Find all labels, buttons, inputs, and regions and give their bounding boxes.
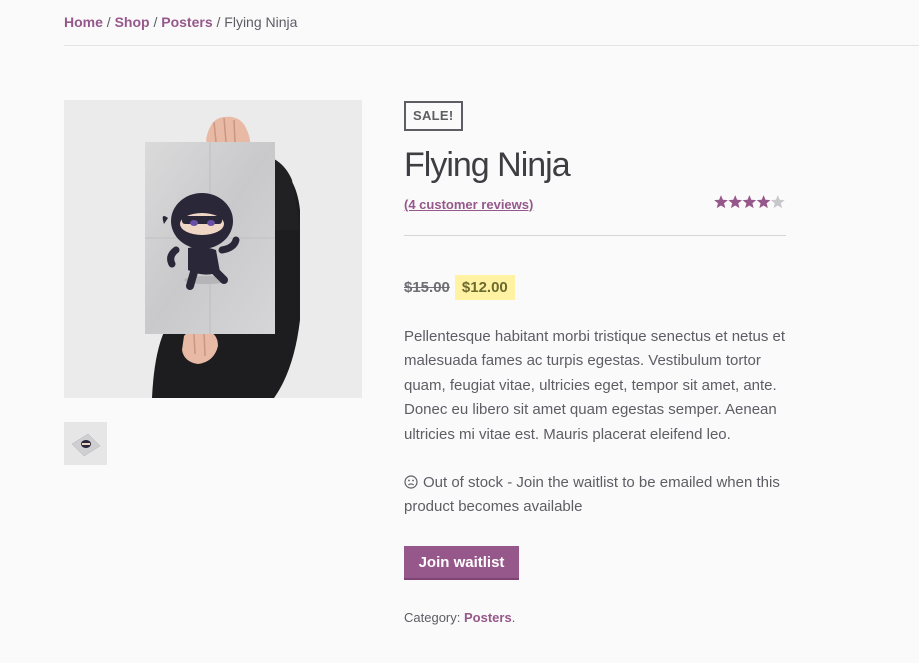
product-description: Pellentesque habitant morbi tristique se… — [404, 328, 786, 443]
poster-photo — [64, 100, 362, 398]
regular-price: $15.00 — [404, 279, 450, 296]
breadcrumb-shop[interactable]: Shop — [115, 14, 150, 30]
star-icon — [756, 195, 771, 209]
breadcrumb-separator: / — [153, 14, 158, 30]
breadcrumb-home[interactable]: Home — [64, 14, 103, 30]
star-icon — [728, 195, 743, 209]
star-icon — [770, 195, 785, 209]
sale-price: $12.00 — [454, 275, 515, 300]
category-link[interactable]: Posters — [464, 610, 512, 625]
sad-face-icon — [404, 475, 418, 489]
star-icon — [714, 195, 728, 209]
customer-reviews-link[interactable]: (4 customer reviews) — [404, 197, 533, 212]
product-main-image[interactable] — [64, 100, 362, 398]
rating-divider — [404, 235, 786, 236]
breadcrumb-separator: / — [106, 14, 111, 30]
breadcrumb-posters[interactable]: Posters — [161, 14, 212, 30]
star-icon — [742, 195, 757, 209]
price: $15.00 $12.00 — [404, 275, 515, 300]
product-thumbnail[interactable] — [64, 422, 107, 465]
category-suffix: . — [511, 610, 516, 625]
breadcrumb-current: Flying Ninja — [224, 14, 298, 30]
product-title: Flying Ninja — [404, 146, 571, 184]
stock-message: Out of stock - Join the waitlist to be e… — [404, 474, 780, 516]
breadcrumb: Home / Shop / Posters / Flying Ninja — [64, 14, 297, 30]
product-category: Category: Posters. — [404, 610, 515, 625]
header-divider — [64, 45, 919, 46]
stock-status: Out of stock - Join the waitlist to be e… — [404, 471, 786, 520]
category-label: Category: — [404, 610, 461, 625]
breadcrumb-separator: / — [216, 14, 221, 30]
sale-badge: SALE! — [404, 101, 463, 131]
thumbnail-image — [64, 422, 107, 465]
join-waitlist-button[interactable]: Join waitlist — [404, 546, 519, 580]
star-rating[interactable] — [714, 194, 786, 210]
